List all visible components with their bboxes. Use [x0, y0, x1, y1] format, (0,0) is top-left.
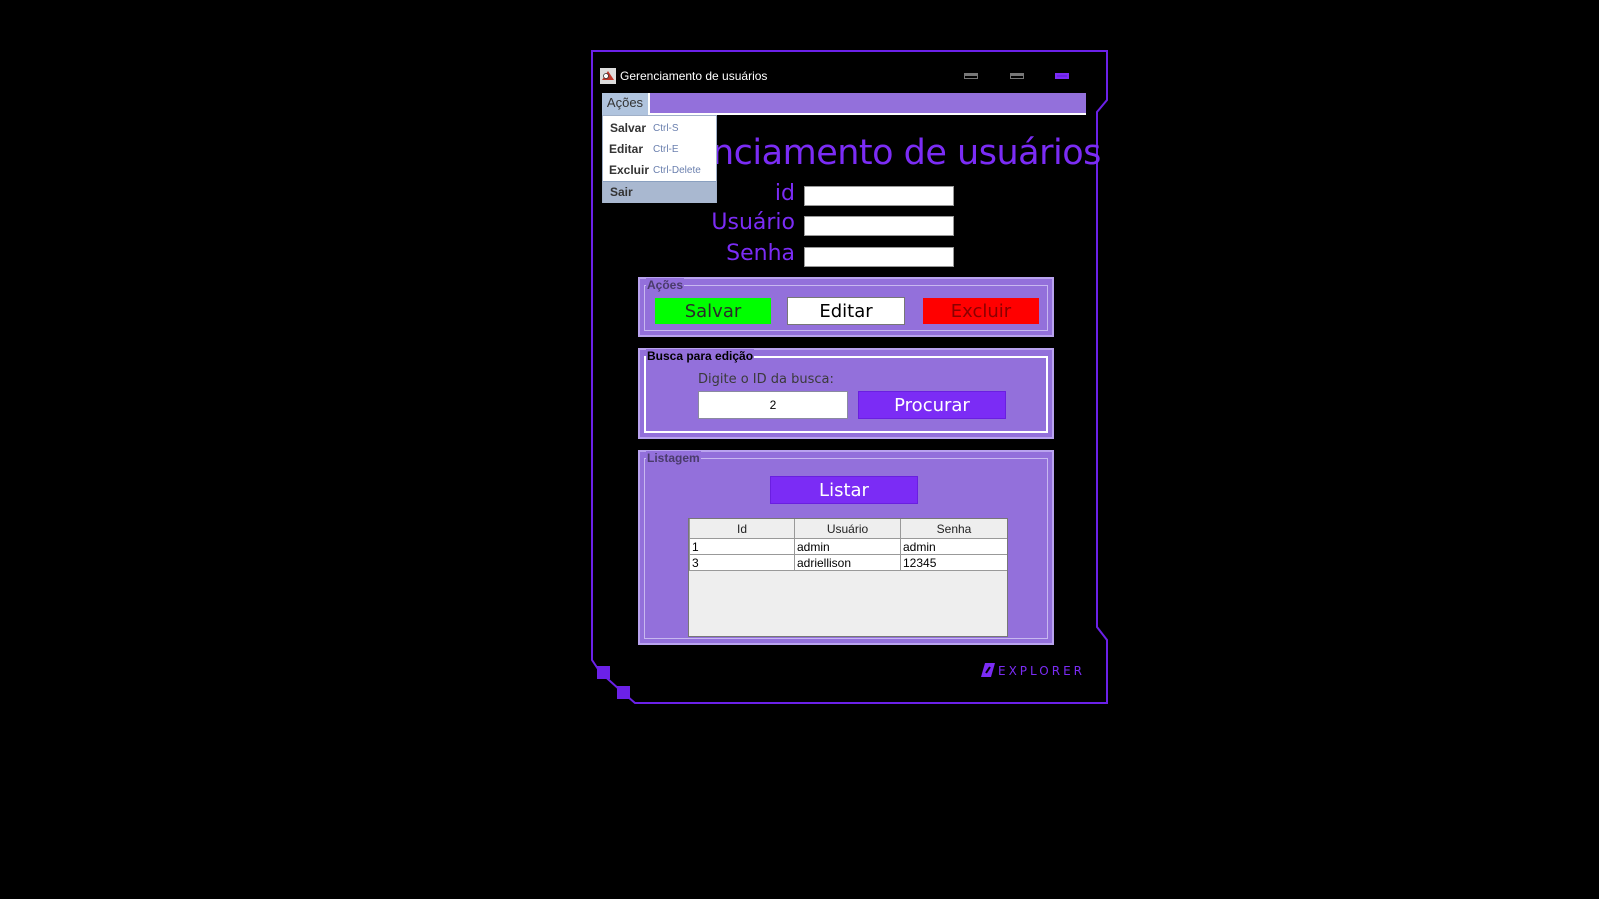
menu-bar	[602, 93, 1086, 115]
menu-item-shortcut: Ctrl-E	[653, 144, 679, 155]
busca-panel: Busca para edição Digite o ID da busca: …	[638, 348, 1054, 439]
cell-id[interactable]: 3	[689, 554, 795, 571]
senha-label: Senha	[726, 241, 795, 266]
menu-item-shortcut: Ctrl-Delete	[653, 165, 701, 176]
busca-legend: Busca para edição	[646, 349, 755, 363]
column-header-usuario[interactable]: Usuário	[794, 519, 901, 539]
cell-senha[interactable]: admin	[900, 538, 1007, 555]
table-row[interactable]: 3 adriellison 12345	[689, 554, 1007, 571]
menu-item-shortcut: Ctrl-S	[653, 123, 679, 134]
editar-button[interactable]: Editar	[787, 297, 905, 325]
salvar-button[interactable]: Salvar	[654, 297, 772, 325]
acoes-panel: Ações Salvar Editar Excluir	[638, 277, 1054, 337]
app-icon	[600, 68, 616, 84]
listar-button[interactable]: Listar	[770, 476, 918, 504]
cell-usuario[interactable]: admin	[794, 538, 901, 555]
window-title: Gerenciamento de usuários	[620, 69, 768, 83]
page-title: nciamento de usuários	[712, 133, 1101, 173]
column-header-senha[interactable]: Senha	[900, 519, 1007, 539]
listagem-panel: Listagem Listar Id Usuário Senha 1 admin…	[638, 450, 1054, 645]
senha-field[interactable]	[804, 247, 954, 267]
menu-item-label: Salvar	[610, 121, 647, 135]
menu-item-editar[interactable]: Editar Ctrl-E	[603, 139, 716, 160]
acoes-legend: Ações	[646, 278, 685, 292]
menu-item-label: Editar	[609, 142, 644, 156]
table-row[interactable]: 1 admin admin	[689, 538, 1007, 555]
close-button[interactable]	[1055, 73, 1069, 79]
menu-item-label: Excluir	[609, 163, 650, 177]
excluir-button[interactable]: Excluir	[922, 297, 1040, 325]
brand-text: EXPLORER	[998, 664, 1085, 678]
listagem-legend: Listagem	[646, 451, 701, 465]
menu-item-excluir[interactable]: Excluir Ctrl-Delete	[603, 160, 716, 181]
procurar-button[interactable]: Procurar	[858, 391, 1006, 419]
minimize-button[interactable]	[964, 73, 978, 79]
menu-item-salvar[interactable]: Salvar Ctrl-S	[603, 118, 716, 139]
acoes-dropdown-menu: Salvar Ctrl-S Editar Ctrl-E Excluir Ctrl…	[602, 115, 717, 203]
explorer-logo-icon	[981, 663, 995, 677]
usuario-field[interactable]	[804, 216, 954, 236]
cell-usuario[interactable]: adriellison	[794, 554, 901, 571]
usuario-label: Usuário	[711, 210, 795, 235]
search-id-input[interactable]: 2	[698, 391, 848, 419]
maximize-button[interactable]	[1010, 73, 1024, 79]
users-table[interactable]: Id Usuário Senha 1 admin admin 3 adriell…	[688, 518, 1008, 637]
menu-item-sair[interactable]: Sair	[603, 181, 716, 203]
cell-senha[interactable]: 12345	[900, 554, 1007, 571]
cell-id[interactable]: 1	[689, 538, 795, 555]
table-header-row: Id Usuário Senha	[689, 519, 1007, 539]
column-header-id[interactable]: Id	[689, 519, 795, 539]
id-field[interactable]	[804, 186, 954, 206]
menu-item-label: Sair	[610, 185, 633, 199]
busca-prompt: Digite o ID da busca:	[698, 372, 834, 387]
menu-acoes[interactable]: Ações	[602, 93, 650, 115]
